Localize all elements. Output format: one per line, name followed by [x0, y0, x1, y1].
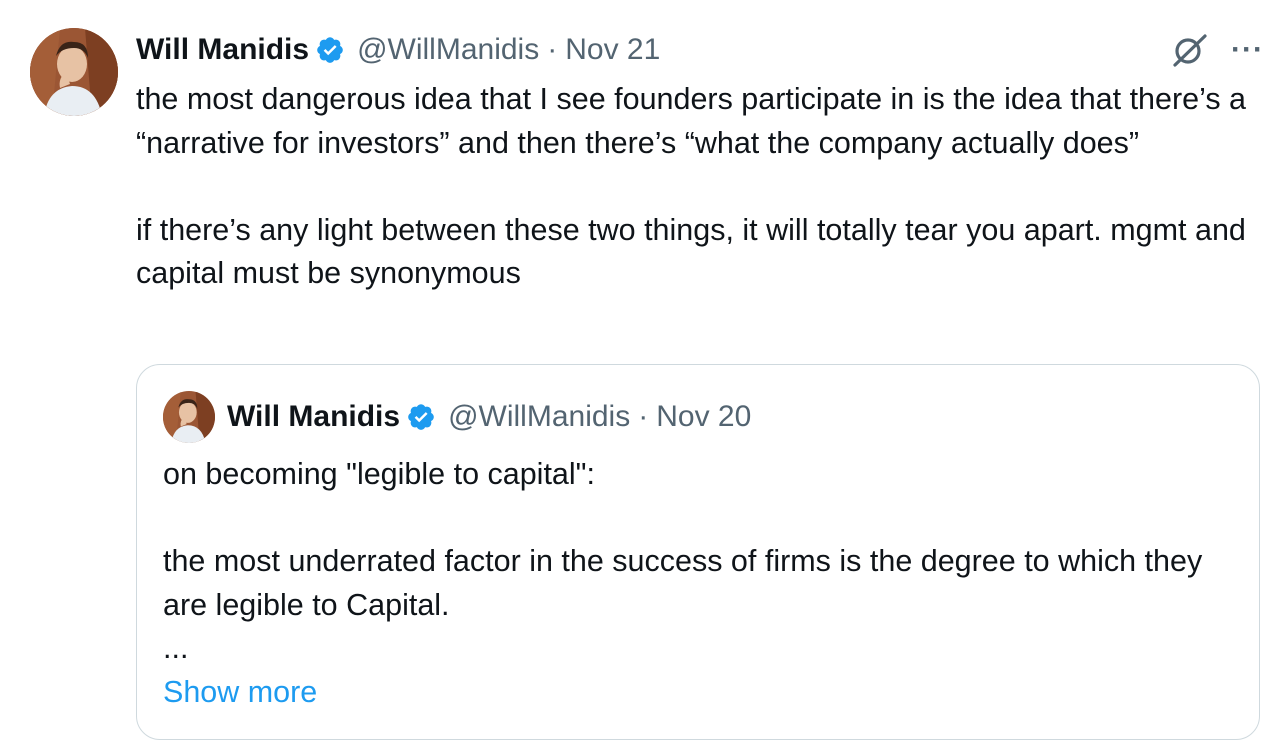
verified-badge-icon: [315, 35, 345, 65]
quoted-avatar-image: [163, 391, 215, 443]
tweet-paragraph: if there’s any light between these two t…: [136, 212, 1246, 291]
quoted-tweet-header: Will Manidis @WillManidis · Nov 20: [227, 395, 751, 439]
quoted-line: on becoming "legible to capital":: [163, 457, 595, 491]
show-more-link[interactable]: Show more: [163, 671, 317, 715]
tweet-date[interactable]: Nov 21: [565, 33, 660, 67]
tweet-actions-top: ···: [1169, 28, 1264, 72]
quoted-tweet-body: on becoming "legible to capital": the mo…: [163, 453, 1223, 671]
avatar[interactable]: [30, 28, 118, 116]
author-name[interactable]: Will Manidis: [136, 33, 309, 67]
author-handle[interactable]: @WillManidis: [357, 33, 539, 67]
separator-dot: ·: [547, 33, 558, 66]
tweet[interactable]: Will Manidis @WillManidis · Nov 21 ··· t…: [0, 0, 1288, 756]
tweet-paragraph: the most dangerous idea that I see found…: [136, 82, 1247, 160]
quoted-avatar[interactable]: [163, 391, 215, 443]
more-options-icon[interactable]: ···: [1231, 35, 1264, 65]
tweet-header: Will Manidis @WillManidis · Nov 21: [136, 28, 660, 72]
tweet-body: the most dangerous idea that I see found…: [136, 78, 1256, 296]
quoted-line: the most underrated factor in the succes…: [163, 544, 1203, 622]
quoted-author-handle[interactable]: @WillManidis: [448, 400, 630, 434]
separator-dot: ·: [638, 400, 649, 433]
grok-icon[interactable]: [1169, 30, 1209, 70]
quoted-tweet-card[interactable]: Will Manidis @WillManidis · Nov 20 on be…: [136, 364, 1260, 740]
quoted-line: ...: [163, 631, 189, 665]
avatar-image: [30, 28, 118, 116]
quoted-tweet-date[interactable]: Nov 20: [656, 400, 751, 434]
quoted-author-name[interactable]: Will Manidis: [227, 400, 400, 434]
verified-badge-icon: [406, 402, 436, 432]
